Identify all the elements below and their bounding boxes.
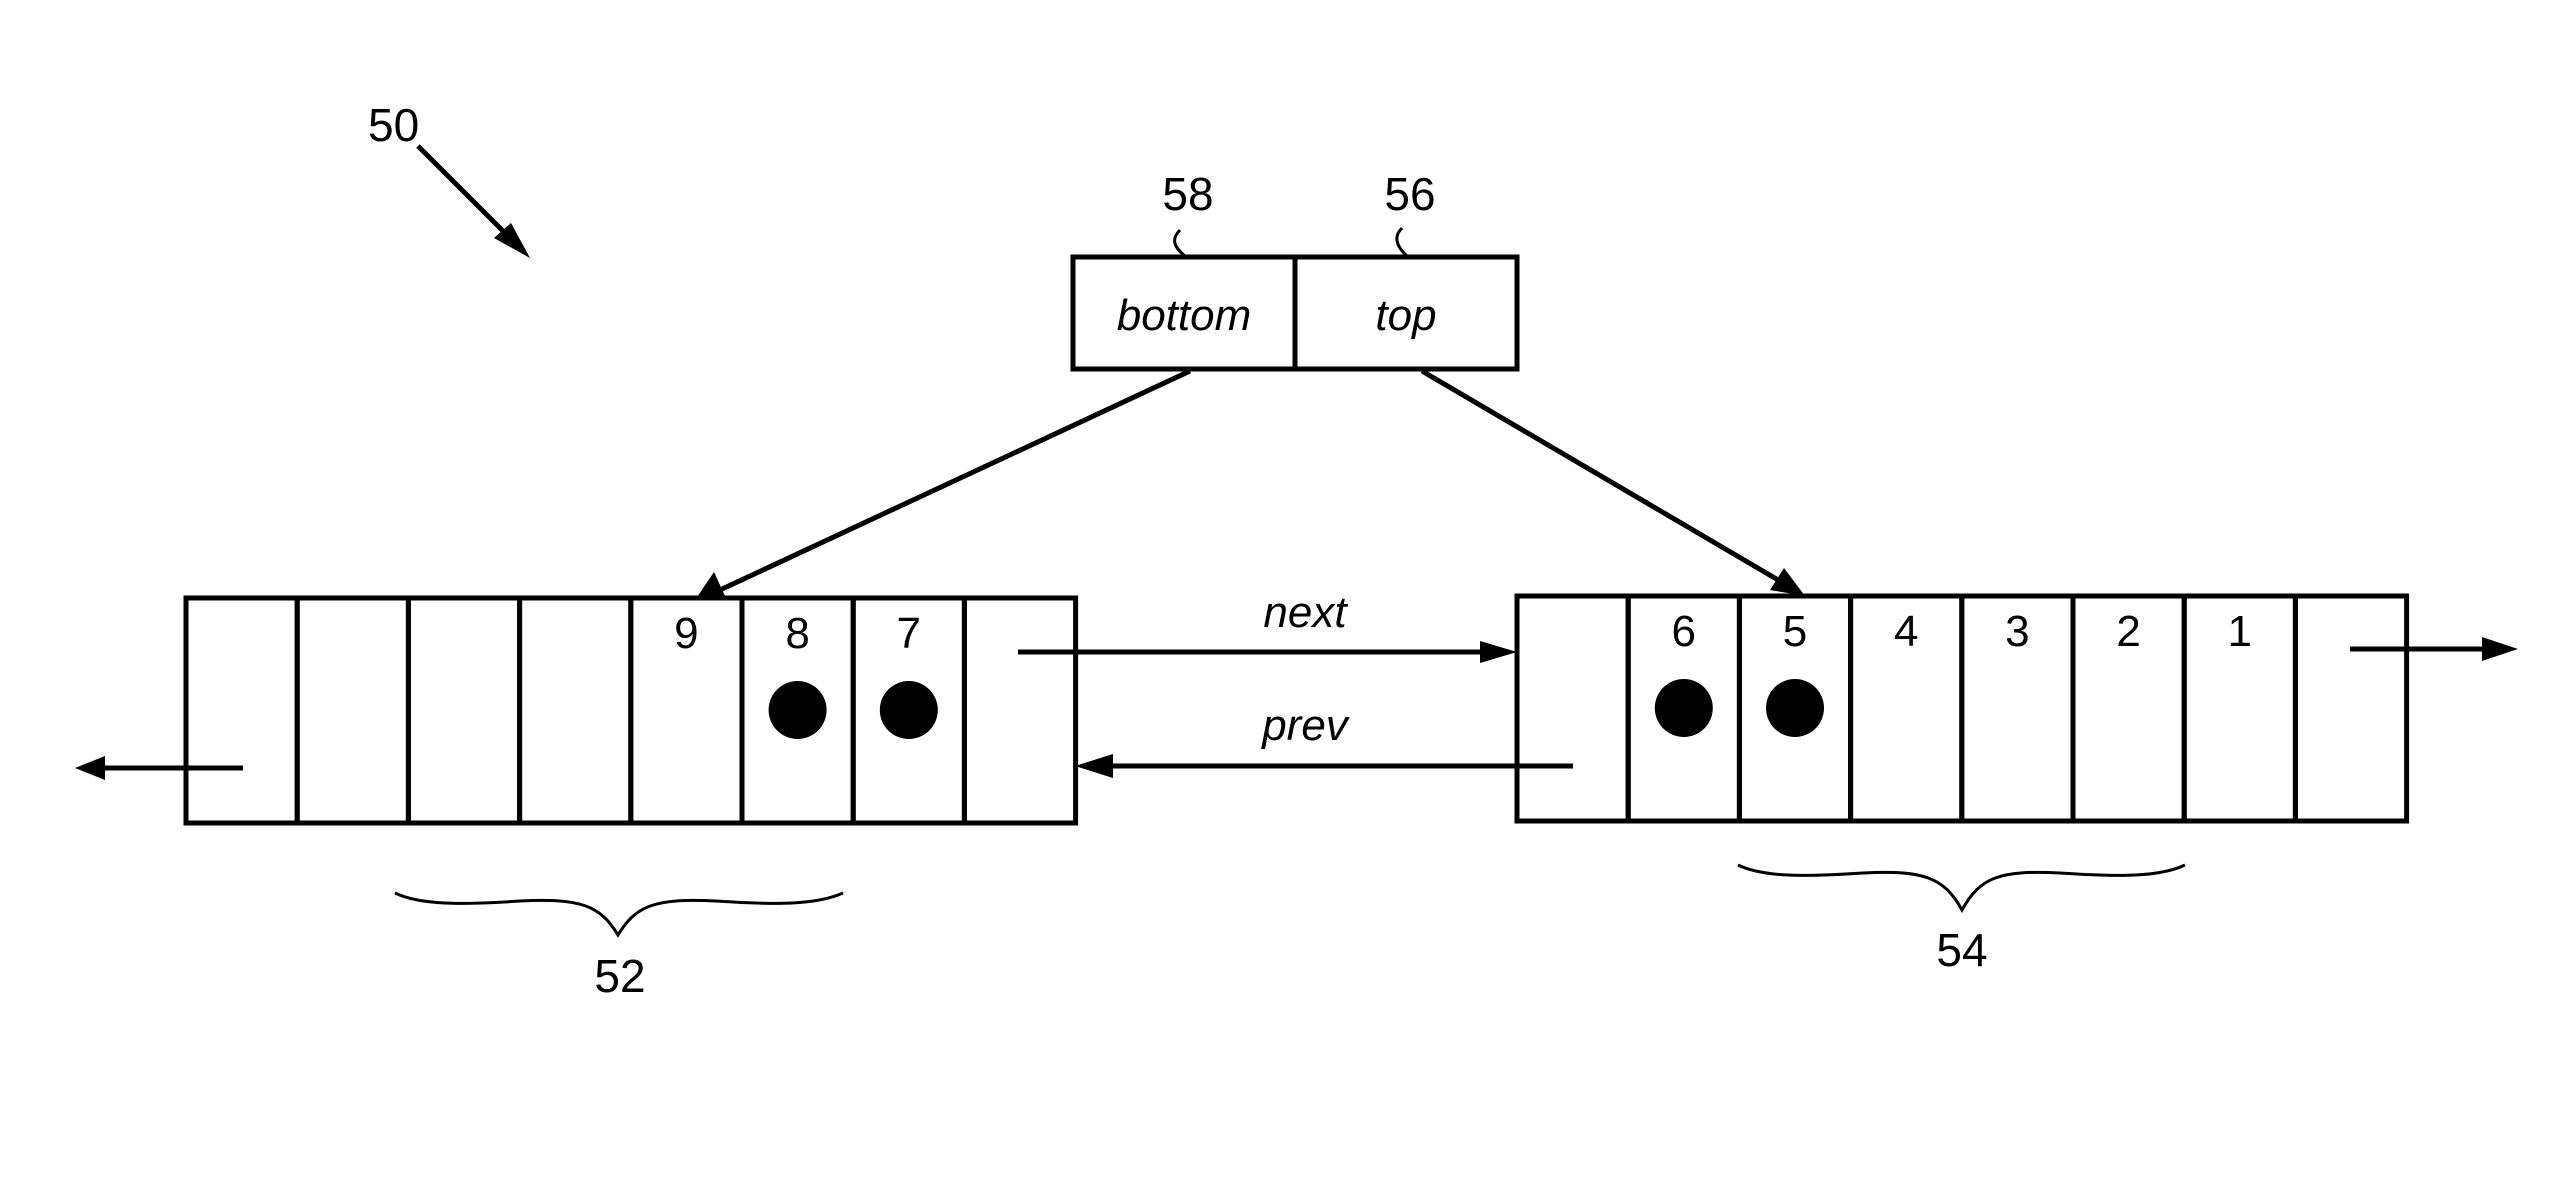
- cell-value: 4: [1894, 607, 1918, 656]
- prev-arrowhead: [1075, 754, 1113, 778]
- block-cell: 1: [2181, 593, 2298, 824]
- figure-ref-arrow: [416, 144, 530, 258]
- prev-label: prev: [1260, 701, 1351, 750]
- block-54-brace: [1737, 863, 2186, 914]
- top-pointer-arrow: [1420, 368, 1805, 596]
- block-cell: [294, 595, 411, 826]
- block-cell: 2: [2070, 593, 2187, 824]
- occupied-dot: [1766, 679, 1824, 737]
- block-cell: 3: [1959, 593, 2076, 824]
- block-54-ref-label: 54: [1936, 924, 1987, 976]
- cell-value: 1: [2228, 607, 2252, 656]
- block-cell: [183, 595, 300, 826]
- prev-link: prev: [1075, 701, 1573, 778]
- cell-value: 3: [2005, 607, 2029, 656]
- cell-border: [294, 595, 411, 826]
- block-cell: 7: [850, 595, 967, 826]
- block-cell: 8: [739, 595, 856, 826]
- top-field-label: top: [1375, 291, 1436, 340]
- block-cell: [405, 595, 523, 826]
- cell-value: 8: [785, 609, 809, 658]
- occupied-dot: [1654, 679, 1713, 737]
- cell-value: 5: [1783, 607, 1807, 656]
- cell-border: [961, 595, 1079, 826]
- cell-value: 6: [1672, 607, 1696, 656]
- cell-border: [2292, 593, 2410, 824]
- block-52-ref-label: 52: [594, 950, 645, 1002]
- bottom-ref-leader: [1173, 228, 1187, 259]
- next-label: next: [1263, 588, 1348, 637]
- block-54: 6 5 4 3 2 1: [1514, 593, 2410, 824]
- right-outgoing-arrow: [2350, 637, 2518, 661]
- bottom-ref-label: 58: [1162, 168, 1213, 220]
- diagram-canvas: 50 bottom top 58 56 987654321 next prev: [75, 99, 2518, 1002]
- deque-diagram: 50 bottom top 58 56 987654321 next prev: [0, 0, 2573, 1182]
- bottom-pointer-arrow: [695, 368, 1192, 600]
- occupied-dot: [768, 681, 827, 739]
- occupied-dot: [879, 681, 938, 739]
- block-cell: [961, 595, 1079, 826]
- left-outgoing-arrow: [75, 756, 243, 780]
- next-arrowhead: [1480, 641, 1517, 663]
- block-cell: [2292, 593, 2410, 824]
- cell-border: [183, 595, 300, 826]
- block-52-brace: [394, 891, 844, 938]
- block-cell: [1514, 593, 1631, 824]
- block-cell: 4: [1848, 593, 1965, 824]
- cell-value: 9: [674, 609, 698, 658]
- top-ref-label: 56: [1384, 168, 1435, 220]
- cell-border: [405, 595, 523, 826]
- bottom-field-label: bottom: [1117, 291, 1252, 340]
- top-ref-leader: [1395, 226, 1410, 259]
- block-cell: 5: [1736, 593, 1854, 824]
- block-cell: [517, 595, 634, 826]
- pointer-register: bottom top 58 56: [1070, 168, 1520, 372]
- block-cell: 6: [1625, 593, 1742, 824]
- block-cell: 9: [628, 595, 745, 826]
- block-52: 9 8 7: [183, 595, 1079, 826]
- cell-border: [517, 595, 634, 826]
- cell-border: [1514, 593, 1631, 824]
- cell-value: 7: [897, 609, 921, 658]
- figure-ref-label: 50: [368, 99, 419, 151]
- next-link: next: [1018, 588, 1517, 663]
- cell-value: 2: [2116, 607, 2140, 656]
